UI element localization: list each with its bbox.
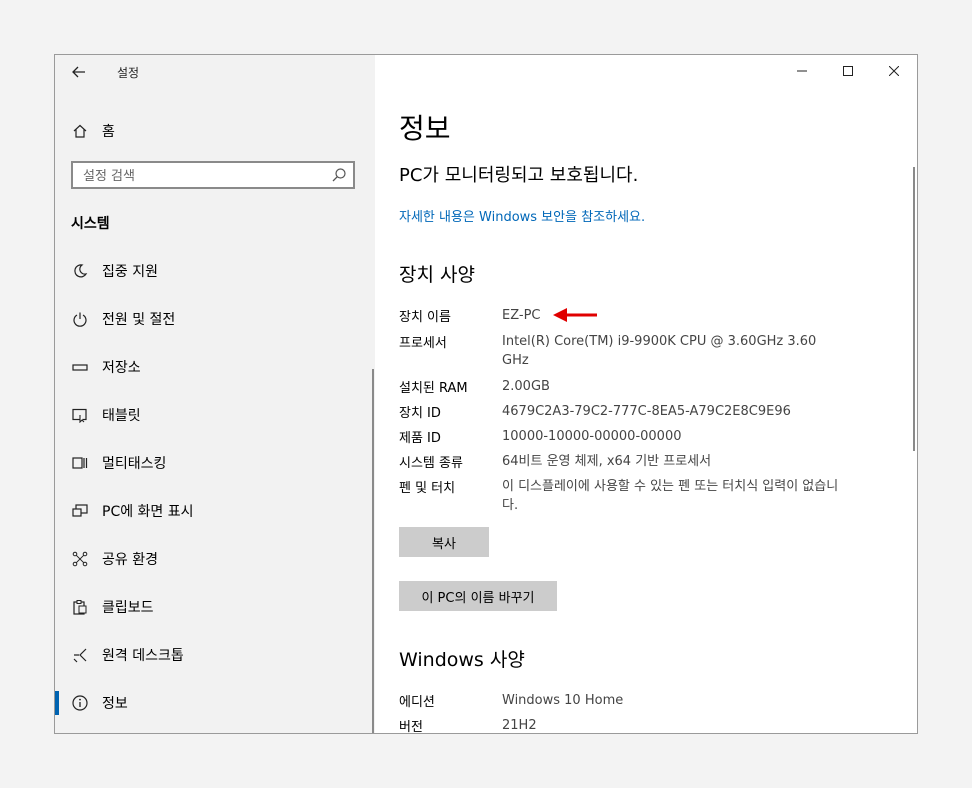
spec-value: 4679C2A3-79C2-777C-8EA5-A79C2E8C9E96 — [502, 404, 791, 419]
app-title: 설정 — [117, 66, 140, 80]
sidebar-item-label: 공유 환경 — [102, 552, 158, 568]
search-box — [71, 161, 355, 189]
spec-label: 펜 및 터치 — [399, 481, 456, 496]
settings-window: 설정 홈 시스템 집중 지원 — [54, 54, 918, 734]
sidebar-item-label: PC에 화면 표시 — [102, 504, 194, 520]
clipboard-icon — [71, 598, 89, 616]
sidebar-item-label: 멀티태스킹 — [102, 456, 167, 472]
sidebar-item-multitasking[interactable]: 멀티태스킹 — [55, 443, 375, 483]
spec-label: 버전 — [399, 720, 423, 734]
windows-specs-heading: Windows 사양 — [399, 649, 525, 671]
sidebar-item-label: 태블릿 — [102, 408, 141, 424]
remote-desktop-icon — [71, 646, 89, 664]
info-icon — [71, 694, 89, 712]
sidebar-item-label: 저장소 — [102, 360, 141, 376]
sidebar-item-focus-assist[interactable]: 집중 지원 — [55, 251, 375, 291]
window-controls — [779, 55, 917, 87]
storage-icon — [71, 358, 89, 376]
title-bar-left: 설정 — [55, 55, 375, 89]
sidebar-item-clipboard[interactable]: 클립보드 — [55, 587, 375, 627]
spec-value: 2.00GB — [502, 379, 550, 394]
spec-label: 장치 ID — [399, 406, 441, 421]
moon-icon — [71, 262, 89, 280]
spec-value: 이 디스플레이에 사용할 수 있는 펜 또는 터치식 입력이 없습니다. — [502, 479, 839, 513]
copy-button[interactable]: 복사 — [399, 527, 489, 557]
sidebar-item-label: 전원 및 절전 — [102, 312, 176, 328]
main-scrollbar[interactable] — [913, 167, 915, 451]
project-icon — [71, 502, 89, 520]
spec-value: Intel(R) Core(TM) i9-9900K CPU @ 3.60GHz… — [502, 334, 817, 368]
spec-value: 64비트 운영 체제, x64 기반 프로세서 — [502, 454, 712, 469]
sidebar-item-label: 클립보드 — [102, 600, 154, 616]
multitasking-icon — [71, 454, 89, 472]
minimize-icon — [797, 70, 807, 72]
back-button[interactable] — [65, 61, 93, 83]
sidebar-item-label: 원격 데스크톱 — [102, 648, 184, 664]
spec-value: 21H2 — [502, 718, 537, 733]
page-title: 정보 — [399, 112, 451, 145]
close-button[interactable] — [871, 55, 917, 87]
sidebar-scrollbar[interactable] — [372, 369, 374, 733]
windows-security-link[interactable]: 자세한 내용은 Windows 보안을 참조하세요. — [399, 206, 645, 225]
sidebar-item-power[interactable]: 전원 및 절전 — [55, 299, 375, 339]
home-icon — [71, 122, 89, 140]
share-icon — [71, 550, 89, 568]
search-input[interactable] — [81, 166, 325, 186]
minimize-button[interactable] — [779, 55, 825, 87]
sidebar-item-project[interactable]: PC에 화면 표시 — [55, 491, 375, 531]
annotation-arrow-icon — [553, 308, 597, 322]
back-arrow-icon — [72, 66, 85, 78]
close-icon — [889, 66, 899, 76]
sidebar: 설정 홈 시스템 집중 지원 — [55, 55, 375, 733]
spec-label: 장치 이름 — [399, 310, 451, 325]
maximize-button[interactable] — [825, 55, 871, 87]
main-content: 정보 PC가 모니터링되고 보호됩니다. 자세한 내용은 Windows 보안을… — [375, 55, 917, 733]
spec-label: 제품 ID — [399, 431, 441, 446]
power-icon — [71, 310, 89, 328]
search-icon[interactable] — [331, 167, 347, 183]
maximize-icon — [843, 66, 853, 76]
sidebar-item-about[interactable]: 정보 — [55, 683, 375, 723]
spec-label: 설치된 RAM — [399, 381, 468, 396]
spec-label: 프로세서 — [399, 336, 447, 351]
tablet-icon — [71, 406, 89, 424]
sidebar-item-tablet[interactable]: 태블릿 — [55, 395, 375, 435]
sidebar-item-label: 집중 지원 — [102, 264, 158, 280]
rename-pc-button[interactable]: 이 PC의 이름 바꾸기 — [399, 581, 557, 611]
sidebar-item-shared-experiences[interactable]: 공유 환경 — [55, 539, 375, 579]
sidebar-item-label: 정보 — [102, 696, 128, 712]
sidebar-item-label: 홈 — [102, 124, 115, 140]
spec-label: 에디션 — [399, 695, 435, 710]
sidebar-section-title: 시스템 — [71, 216, 110, 232]
spec-value: Windows 10 Home — [502, 693, 624, 708]
sidebar-item-remote-desktop[interactable]: 원격 데스크톱 — [55, 635, 375, 675]
spec-value: 10000-10000-00000-00000 — [502, 429, 682, 444]
device-specs-heading: 장치 사양 — [399, 264, 475, 286]
sidebar-item-home[interactable]: 홈 — [55, 111, 375, 151]
spec-label: 시스템 종류 — [399, 456, 463, 471]
protection-status: PC가 모니터링되고 보호됩니다. — [399, 165, 639, 186]
sidebar-item-storage[interactable]: 저장소 — [55, 347, 375, 387]
